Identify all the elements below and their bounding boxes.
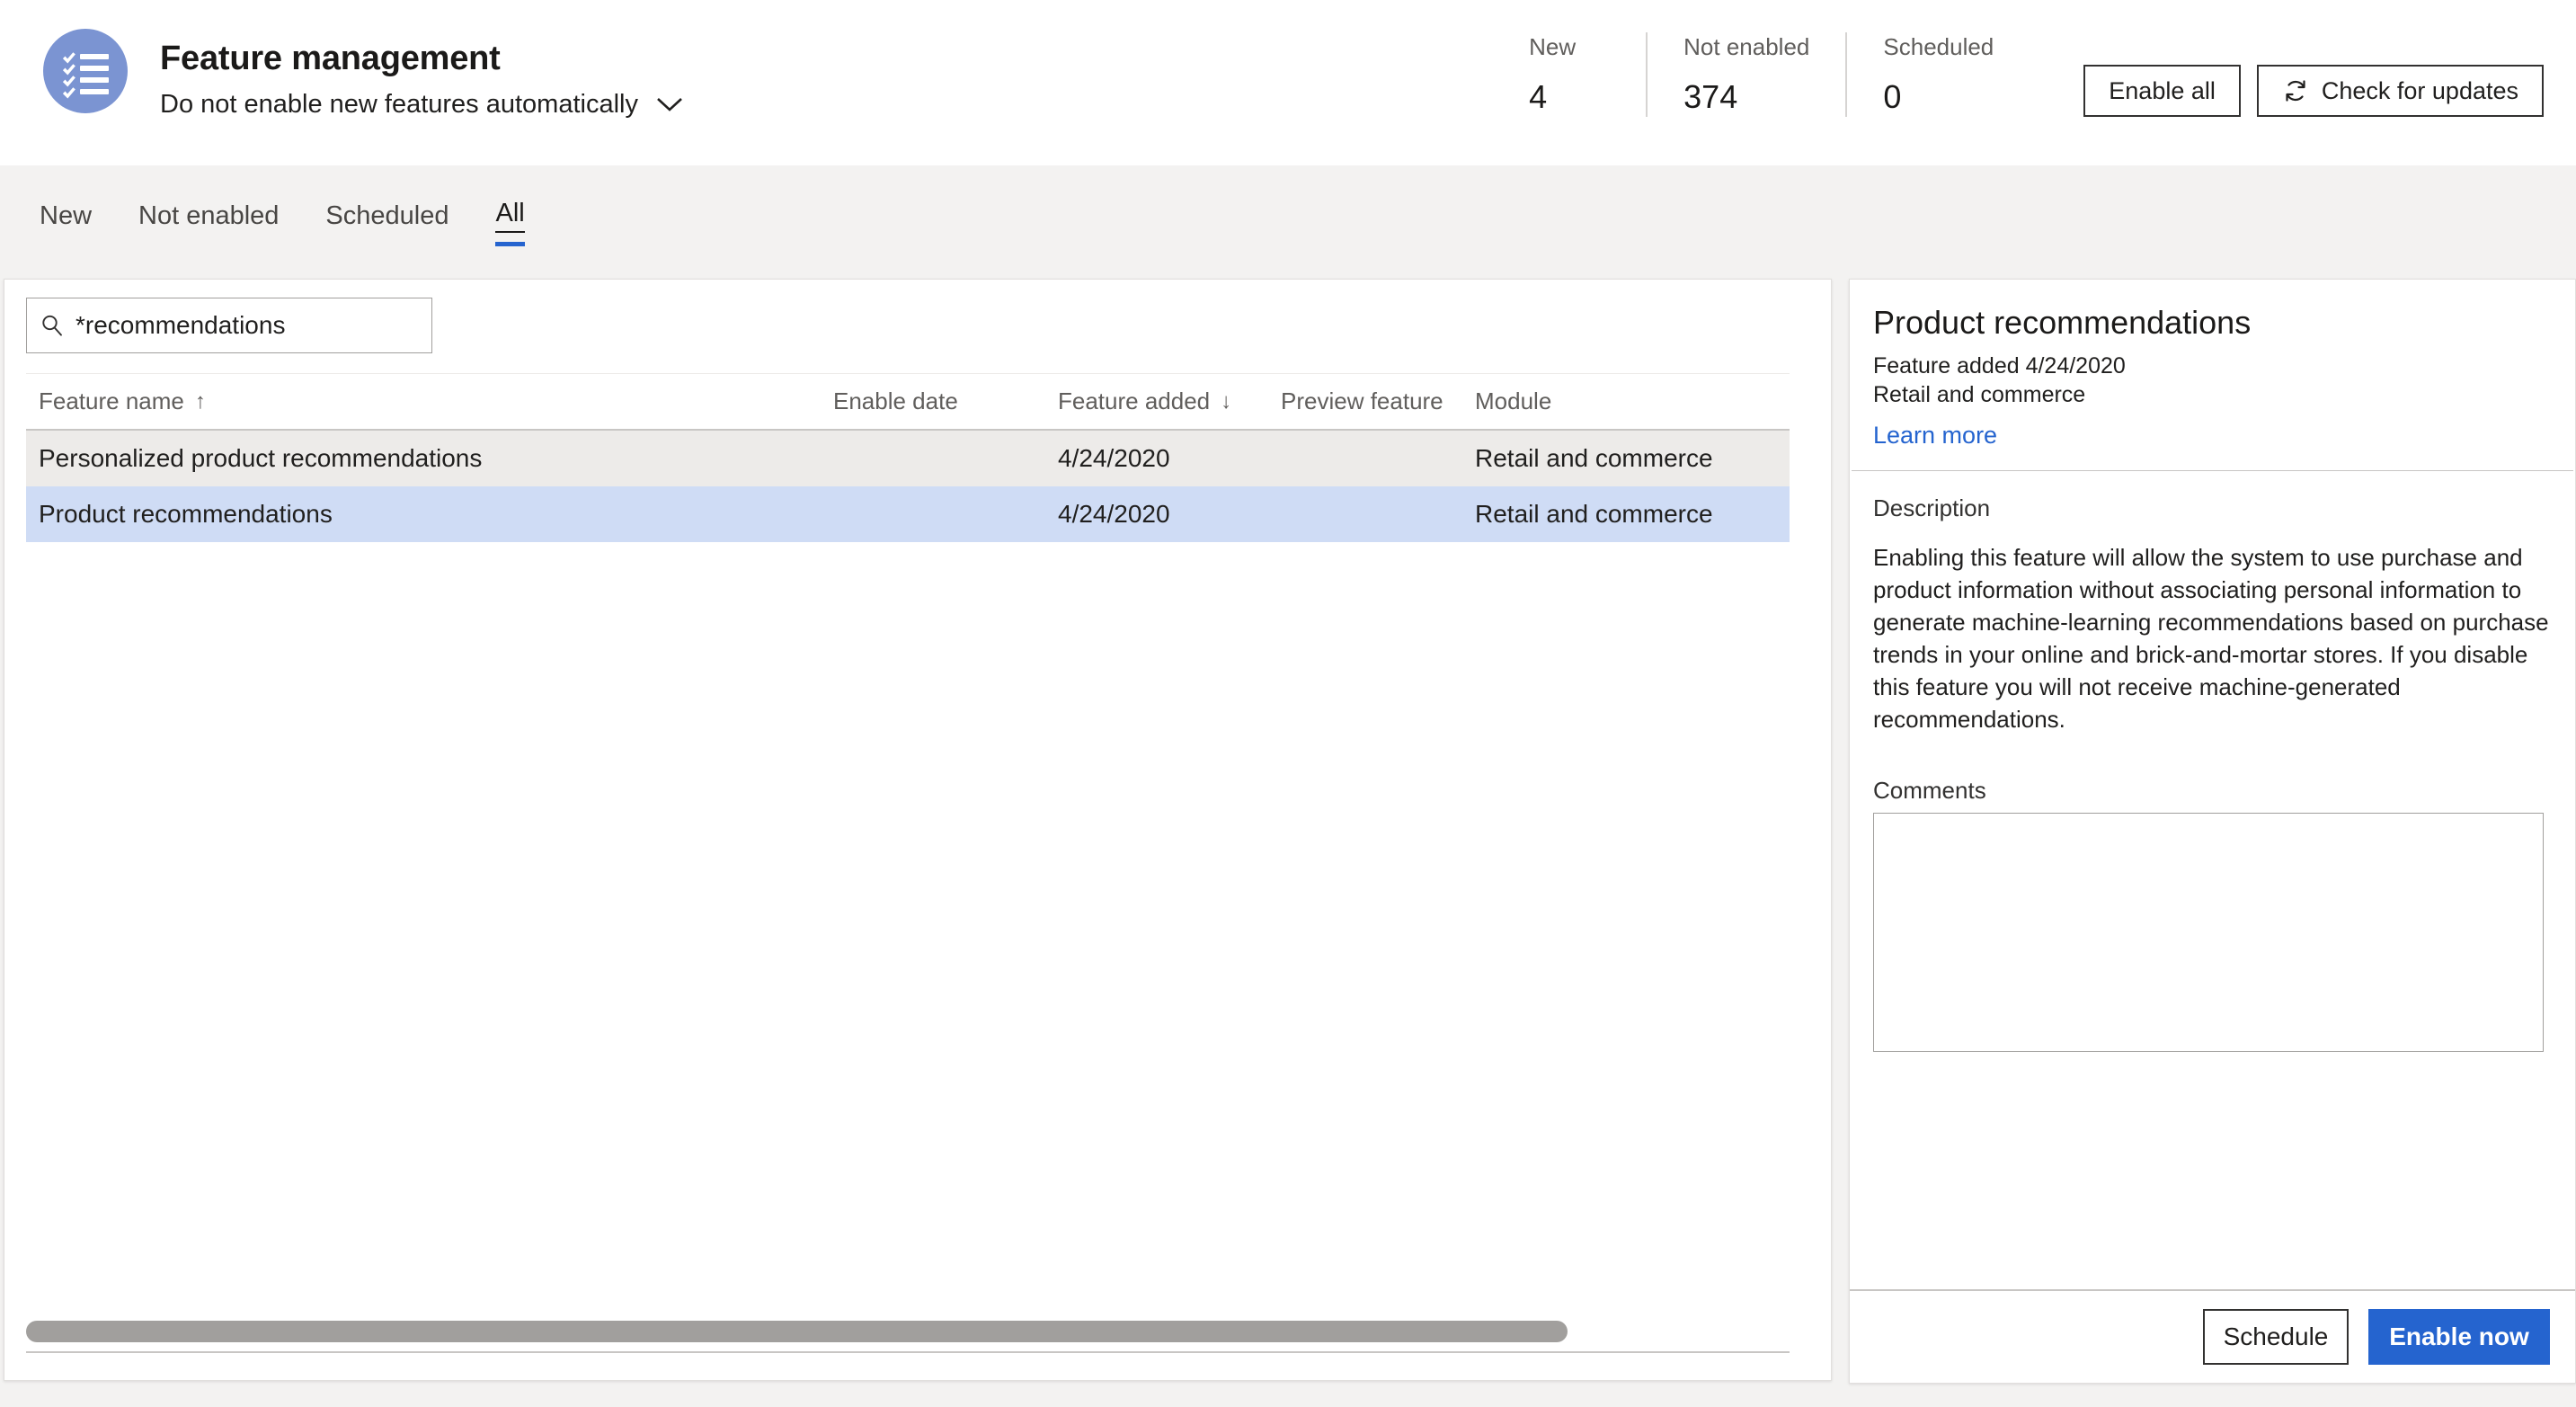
feature-detail-panel: Product recommendations Feature added 4/… bbox=[1849, 279, 2576, 1384]
cell-module: Retail and commerce bbox=[1475, 500, 1713, 528]
header-identity: Feature management Do not enable new fea… bbox=[0, 0, 683, 120]
header-title-block: Feature management Do not enable new fea… bbox=[160, 22, 683, 120]
search-input[interactable]: *recommendations bbox=[26, 298, 432, 353]
table-row[interactable]: Personalized product recommendations 4/2… bbox=[26, 431, 1790, 486]
cell-feature-name: Product recommendations bbox=[39, 500, 333, 528]
schedule-button[interactable]: Schedule bbox=[2203, 1309, 2349, 1365]
table-row[interactable]: Product recommendations 4/24/2020 Retail… bbox=[26, 486, 1790, 542]
check-for-updates-label: Check for updates bbox=[2321, 76, 2518, 104]
tab-new-label: New bbox=[40, 200, 93, 230]
header-actions: Enable all Check for updates bbox=[2030, 65, 2576, 117]
refresh-icon bbox=[2282, 77, 2309, 104]
tab-scheduled-label: Scheduled bbox=[325, 200, 449, 230]
cell-feature-added: 4/24/2020 bbox=[1058, 444, 1170, 472]
cell-feature-name: Personalized product recommendations bbox=[39, 444, 483, 472]
comments-label: Comments bbox=[1873, 777, 1986, 804]
stat-new: New 4 bbox=[1493, 32, 1646, 117]
search-input-value: *recommendations bbox=[76, 311, 286, 339]
enable-now-button[interactable]: Enable now bbox=[2368, 1309, 2550, 1365]
detail-feature-added: Feature added 4/24/2020 bbox=[1873, 353, 2126, 378]
stat-new-label: New bbox=[1529, 33, 1577, 60]
feature-list-card: *recommendations Feature name ↑ Enable d… bbox=[4, 279, 1832, 1381]
stat-new-value: 4 bbox=[1529, 78, 1548, 115]
stat-scheduled-label: Scheduled bbox=[1883, 33, 1994, 60]
horizontal-scrollbar[interactable] bbox=[26, 1321, 1790, 1342]
tab-scheduled[interactable]: Scheduled bbox=[302, 165, 472, 266]
column-header-feature-name-label: Feature name bbox=[39, 387, 184, 414]
tab-not-enabled[interactable]: Not enabled bbox=[115, 165, 302, 266]
enable-all-button[interactable]: Enable all bbox=[2083, 65, 2241, 117]
stat-not-enabled-value: 374 bbox=[1683, 78, 1738, 115]
cell-module: Retail and commerce bbox=[1475, 444, 1713, 472]
stat-scheduled-value: 0 bbox=[1883, 78, 1902, 115]
enable-now-button-label: Enable now bbox=[2389, 1322, 2529, 1350]
auto-enable-dropdown[interactable]: Do not enable new features automatically bbox=[160, 88, 683, 120]
schedule-button-label: Schedule bbox=[2223, 1322, 2329, 1350]
grid-header-row: Feature name ↑ Enable date Feature added… bbox=[26, 373, 1790, 431]
checklist-icon bbox=[43, 29, 128, 113]
feature-grid: Feature name ↑ Enable date Feature added… bbox=[26, 373, 1790, 542]
tab-all[interactable]: All bbox=[472, 165, 547, 266]
column-header-preview-feature[interactable]: Preview feature bbox=[1281, 387, 1475, 415]
horizontal-scrollbar-thumb[interactable] bbox=[26, 1321, 1568, 1342]
column-header-feature-added-label: Feature added bbox=[1058, 387, 1211, 414]
column-header-feature-added[interactable]: Feature added ↓ bbox=[1058, 387, 1281, 415]
header-stats: New 4 Not enabled 374 Scheduled 0 bbox=[1493, 0, 2030, 117]
page-title: Feature management bbox=[160, 40, 501, 77]
cell-feature-added: 4/24/2020 bbox=[1058, 500, 1170, 528]
enable-all-label: Enable all bbox=[2109, 76, 2216, 104]
stat-scheduled: Scheduled 0 bbox=[1845, 32, 2030, 117]
sort-descending-icon: ↓ bbox=[1221, 388, 1232, 414]
column-header-module-label: Module bbox=[1475, 387, 1552, 414]
tab-all-label: All bbox=[495, 199, 525, 233]
chevron-down-icon bbox=[656, 96, 683, 112]
column-header-module[interactable]: Module bbox=[1475, 387, 1790, 415]
auto-enable-label: Do not enable new features automatically bbox=[160, 90, 638, 119]
tab-not-enabled-label: Not enabled bbox=[138, 200, 280, 230]
detail-body: Description Enabling this feature will a… bbox=[1850, 471, 2575, 1052]
comments-input[interactable] bbox=[1873, 813, 2544, 1052]
search-area: *recommendations bbox=[4, 280, 1831, 353]
tab-bar: New Not enabled Scheduled All bbox=[0, 165, 2576, 266]
detail-title: Product recommendations bbox=[1873, 304, 2252, 341]
sort-ascending-icon: ↑ bbox=[194, 388, 206, 414]
column-header-feature-name[interactable]: Feature name ↑ bbox=[26, 387, 833, 415]
stat-not-enabled-label: Not enabled bbox=[1683, 33, 1810, 60]
stat-not-enabled: Not enabled 374 bbox=[1646, 32, 1845, 117]
column-header-enable-date[interactable]: Enable date bbox=[833, 387, 1058, 415]
tab-new[interactable]: New bbox=[16, 165, 115, 266]
detail-footer: Schedule Enable now bbox=[1850, 1289, 2575, 1383]
description-text: Enabling this feature will allow the sys… bbox=[1873, 544, 2549, 733]
check-for-updates-button[interactable]: Check for updates bbox=[2256, 65, 2544, 117]
app-header: Feature management Do not enable new fea… bbox=[0, 0, 2576, 165]
column-header-enable-date-label: Enable date bbox=[833, 387, 958, 414]
detail-module: Retail and commerce bbox=[1873, 382, 2086, 407]
column-header-preview-feature-label: Preview feature bbox=[1281, 387, 1443, 414]
detail-header: Product recommendations Feature added 4/… bbox=[1850, 280, 2575, 470]
grid-bottom-divider bbox=[26, 1351, 1790, 1353]
learn-more-link[interactable]: Learn more bbox=[1873, 420, 1997, 450]
search-icon bbox=[40, 313, 65, 338]
content-area: *recommendations Feature name ↑ Enable d… bbox=[0, 266, 2576, 1407]
description-label: Description bbox=[1873, 494, 1991, 521]
